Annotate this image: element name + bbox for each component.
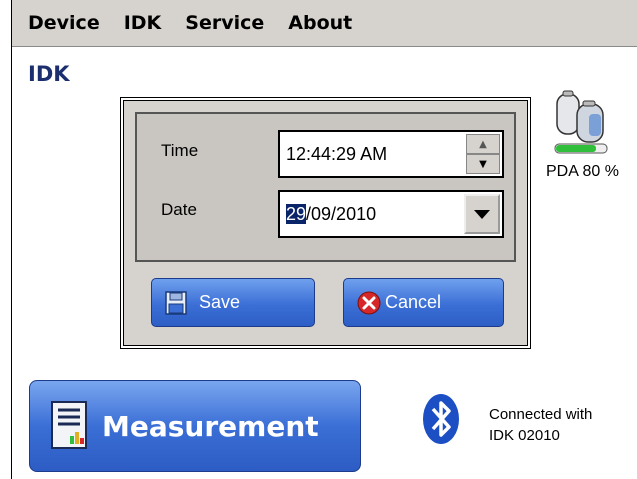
cancel-label: Cancel — [385, 292, 442, 312]
date-picker[interactable]: 29/09/2010 — [278, 190, 504, 238]
menu-about[interactable]: About — [278, 0, 362, 47]
window-left-edge — [0, 0, 12, 479]
date-day-selected: 29 — [286, 204, 307, 224]
floppy-disk-icon — [165, 290, 187, 315]
save-label: Save — [199, 292, 241, 312]
battery-icon — [554, 90, 608, 154]
bluetooth-icon — [423, 394, 459, 444]
close-icon — [357, 291, 381, 314]
save-button[interactable]: Save — [151, 278, 315, 327]
time-input[interactable]: 12:44:29 AM ▲ ▼ — [278, 130, 504, 178]
menu-device[interactable]: Device — [12, 0, 110, 47]
measurement-button[interactable]: Measurement — [29, 380, 361, 472]
time-spin-down-button[interactable]: ▼ — [466, 154, 500, 174]
date-label: Date — [161, 200, 197, 219]
menu-service[interactable]: Service — [175, 0, 274, 47]
datetime-dialog: Time 12:44:29 AM ▲ ▼ Date 29/09/2010 Sav… — [121, 98, 530, 348]
cancel-button[interactable]: Cancel — [343, 278, 504, 327]
menu-idk[interactable]: IDK — [114, 0, 172, 47]
time-value: 12:44:29 AM — [286, 144, 388, 164]
date-value: 29/09/2010 — [286, 204, 376, 225]
connection-line-2: IDK 02010 — [489, 427, 560, 444]
battery-level-fill — [556, 145, 596, 152]
chevron-down-icon — [474, 209, 490, 219]
connection-status: Connected with IDK 02010 — [489, 404, 592, 446]
battery-label: PDA 80 % — [546, 163, 619, 180]
date-month-year: /09/2010 — [306, 204, 377, 224]
time-label: Time — [161, 141, 199, 160]
time-spin-up-button[interactable]: ▲ — [466, 134, 500, 154]
date-dropdown-button[interactable] — [464, 194, 500, 234]
menu-bar: Device IDK Service About — [12, 0, 637, 47]
page-title: IDK — [28, 62, 70, 86]
connection-line-1: Connected with — [489, 406, 593, 423]
datetime-panel: Time 12:44:29 AM ▲ ▼ Date 29/09/2010 — [135, 112, 516, 262]
measurement-label: Measurement — [102, 409, 319, 443]
report-icon — [51, 401, 87, 449]
